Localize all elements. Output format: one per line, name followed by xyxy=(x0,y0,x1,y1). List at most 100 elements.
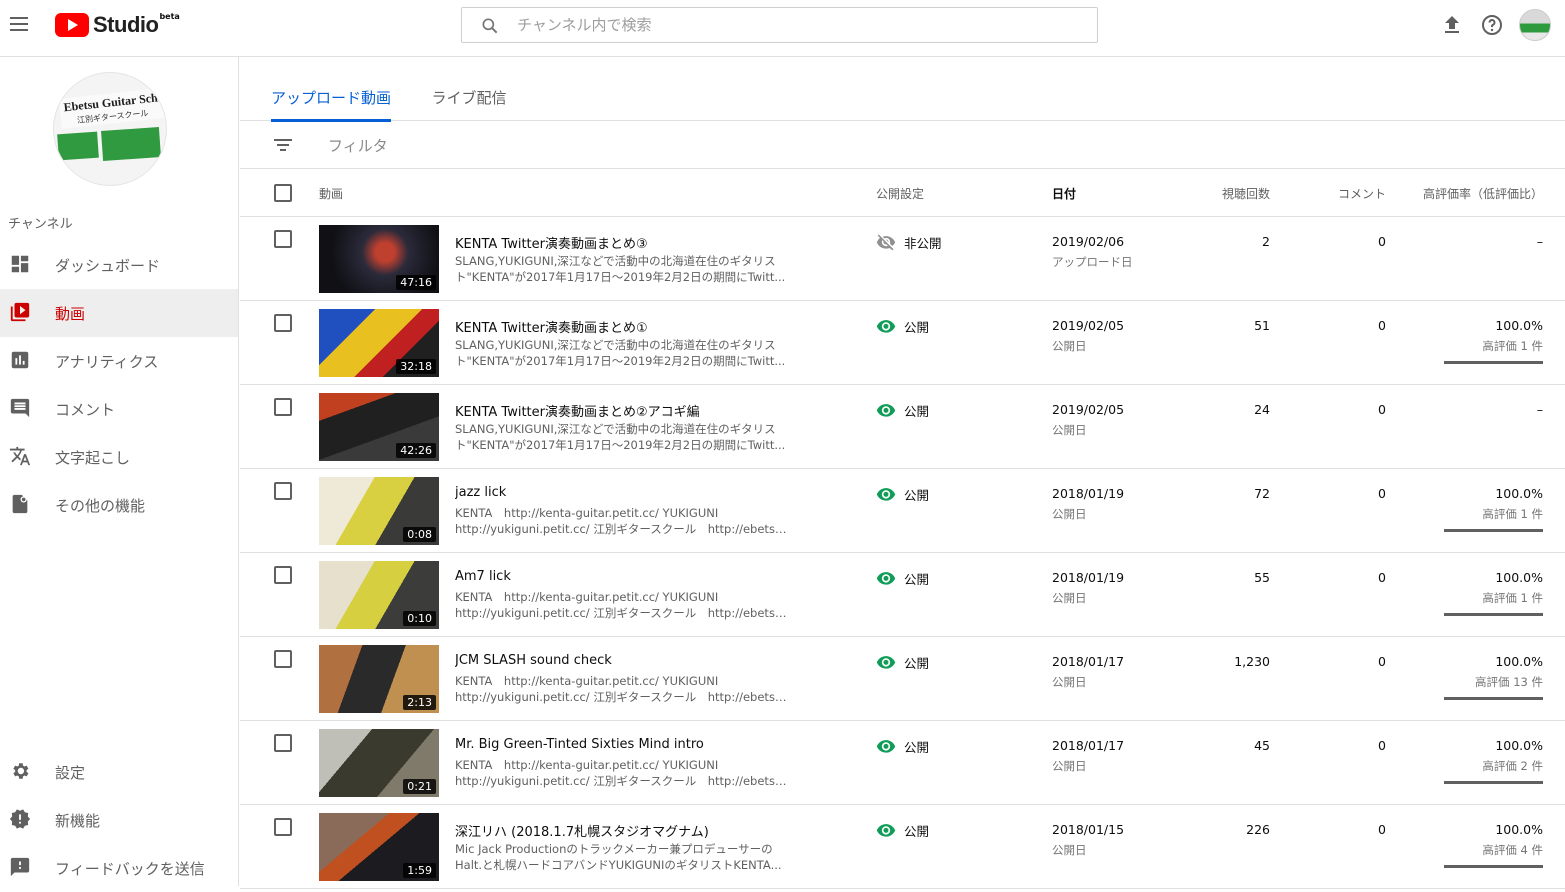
sidebar-item-dashboard[interactable]: ダッシュボード xyxy=(0,241,238,289)
visibility-setting[interactable]: 公開 xyxy=(876,736,929,756)
visibility-setting[interactable]: 非公開 xyxy=(876,232,942,252)
sidebar-item-other-features[interactable]: その他の機能 xyxy=(0,481,238,529)
like-count: 高評価 4 件 xyxy=(1482,843,1543,857)
channel-avatar[interactable]: Ebetsu Guitar School 江別ギタースクール xyxy=(54,73,166,185)
like-ratio-bar-fill xyxy=(1444,697,1543,700)
video-thumbnail[interactable]: 0:10 xyxy=(319,561,439,629)
table-row[interactable]: 0:21 Mr. Big Green-Tinted Sixties Mind in… xyxy=(240,721,1565,805)
table-row[interactable]: 2:13 JCM SLASH sound check KENTA http://ke… xyxy=(240,637,1565,721)
table-header: 動画 公開設定 日付 視聴回数 コメント 高評価率（低評価比） xyxy=(240,169,1565,217)
like-ratio-bar xyxy=(1444,613,1543,616)
menu-icon[interactable] xyxy=(10,17,28,31)
date-type-label: 公開日 xyxy=(1052,843,1087,857)
filter-input[interactable]: フィルタ xyxy=(328,135,388,156)
comment-count: 0 xyxy=(1378,234,1386,249)
visibility-label: 公開 xyxy=(904,823,930,839)
tab-uploads[interactable]: アップロード動画 xyxy=(271,57,391,122)
tab-live[interactable]: ライブ配信 xyxy=(431,57,507,121)
row-checkbox[interactable] xyxy=(274,818,292,836)
upload-icon[interactable] xyxy=(1440,13,1464,37)
eye-icon xyxy=(876,488,896,501)
sidebar-item-transcriptions[interactable]: 文字起こし xyxy=(0,433,238,481)
visibility-setting[interactable]: 公開 xyxy=(876,400,929,420)
sidebar-item-label: 新機能 xyxy=(55,811,101,830)
select-all-checkbox[interactable] xyxy=(274,184,292,202)
search-box xyxy=(461,7,1098,43)
sidebar-item-send-feedback[interactable]: フィードバックを送信 xyxy=(0,844,238,892)
filter-icon[interactable] xyxy=(274,137,292,153)
account-avatar[interactable] xyxy=(1519,9,1551,41)
row-checkbox[interactable] xyxy=(274,398,292,416)
video-thumbnail[interactable]: 0:21 xyxy=(319,729,439,797)
row-checkbox[interactable] xyxy=(274,482,292,500)
video-title[interactable]: KENTA Twitter演奏動画まとめ③ xyxy=(455,233,795,252)
sidebar-item-analytics[interactable]: アナリティクス xyxy=(0,337,238,385)
sidebar-item-settings[interactable]: 設定 xyxy=(0,748,238,796)
video-thumbnail[interactable]: 0:08 xyxy=(319,477,439,545)
visibility-label: 公開 xyxy=(904,487,930,503)
video-thumbnail[interactable]: 32:18 xyxy=(319,309,439,377)
help-icon[interactable] xyxy=(1480,13,1504,37)
video-description-line: Mic Jack Productionのトラックメーカー兼プロデューサーの xyxy=(455,842,773,856)
video-description-line: SLANG,YUKIGUNI,深江などで活動中の北海道在住のギタリス xyxy=(455,254,776,268)
table-row[interactable]: 47:16 KENTA Twitter演奏動画まとめ③ SLANG,YUKIGUNI… xyxy=(240,217,1565,301)
video-title[interactable]: Am7 lick xyxy=(455,569,795,584)
visibility-label: 公開 xyxy=(904,739,930,755)
video-duration: 0:08 xyxy=(403,527,436,542)
visibility-setting[interactable]: 公開 xyxy=(876,316,929,336)
visibility-setting[interactable]: 公開 xyxy=(876,484,929,504)
table-row[interactable]: 0:10 Am7 lick KENTA http://kenta-guitar.pe… xyxy=(240,553,1565,637)
view-count: 51 xyxy=(1254,318,1270,333)
eye-icon xyxy=(876,656,896,669)
table-row[interactable]: 42:26 KENTA Twitter演奏動画まとめ②アコギ編 SLANG,YUKI… xyxy=(240,385,1565,469)
comment-icon xyxy=(10,398,30,418)
row-checkbox[interactable] xyxy=(274,314,292,332)
video-thumbnail[interactable]: 47:16 xyxy=(319,225,439,293)
studio-logo[interactable]: Studio beta xyxy=(55,12,180,38)
like-ratio-bar xyxy=(1444,529,1543,532)
date-type-label: アップロード日 xyxy=(1052,255,1133,269)
eye-icon xyxy=(876,740,896,753)
eye-icon xyxy=(876,320,896,333)
video-description-line: SLANG,YUKIGUNI,深江などで活動中の北海道在住のギタリス xyxy=(455,338,776,352)
table-row[interactable]: 0:08 jazz lick KENTA http://kenta-guitar.p… xyxy=(240,469,1565,553)
like-ratio: – xyxy=(1536,402,1543,417)
sidebar-item-whats-new[interactable]: 新機能 xyxy=(0,796,238,844)
comment-count: 0 xyxy=(1378,822,1386,837)
column-rating[interactable]: 高評価率（低評価比） xyxy=(1423,185,1543,202)
gear-icon xyxy=(13,763,29,779)
video-title[interactable]: 深江リハ (2018.1.7札幌スタジオマグナム) xyxy=(455,821,795,840)
search-icon[interactable] xyxy=(480,16,500,36)
video-thumbnail[interactable]: 2:13 xyxy=(319,645,439,713)
like-count: 高評価 1 件 xyxy=(1482,507,1543,521)
video-title[interactable]: Mr. Big Green-Tinted Sixties Mind intro xyxy=(455,737,795,752)
video-duration: 42:26 xyxy=(396,443,436,458)
table-row[interactable]: 32:18 KENTA Twitter演奏動画まとめ① SLANG,YUKIGUNI… xyxy=(240,301,1565,385)
video-title[interactable]: KENTA Twitter演奏動画まとめ②アコギ編 xyxy=(455,401,795,420)
video-title[interactable]: JCM SLASH sound check xyxy=(455,653,795,668)
table-row[interactable]: 1:59 深江リハ (2018.1.7札幌スタジオマグナム) Mic Jack Pr… xyxy=(240,805,1565,889)
video-library-icon xyxy=(10,302,30,322)
video-description-line: ト"KENTA"が2017年1月17日〜2019年2月2日の期間にTwitt..… xyxy=(455,270,786,284)
sidebar-item-videos[interactable]: 動画 xyxy=(0,289,238,337)
column-views[interactable]: 視聴回数 xyxy=(1222,185,1270,202)
sidebar-item-label: 動画 xyxy=(55,304,86,323)
visibility-setting[interactable]: 公開 xyxy=(876,820,929,840)
video-thumbnail[interactable]: 42:26 xyxy=(319,393,439,461)
video-description-line: http://yukiguni.petit.cc/ 江別ギタースクール http… xyxy=(455,522,790,536)
visibility-setting[interactable]: 公開 xyxy=(876,652,929,672)
row-checkbox[interactable] xyxy=(274,734,292,752)
column-date[interactable]: 日付 xyxy=(1052,185,1076,202)
row-checkbox[interactable] xyxy=(274,566,292,584)
search-input[interactable] xyxy=(517,8,1077,42)
row-checkbox[interactable] xyxy=(274,230,292,248)
visibility-setting[interactable]: 公開 xyxy=(876,568,929,588)
video-thumbnail[interactable]: 1:59 xyxy=(319,813,439,881)
column-comments[interactable]: コメント xyxy=(1338,185,1386,202)
sidebar-item-comments[interactable]: コメント xyxy=(0,385,238,433)
like-count: 高評価 1 件 xyxy=(1482,339,1543,353)
filter-bar: フィルタ xyxy=(240,121,1565,169)
video-title[interactable]: jazz lick xyxy=(455,485,795,500)
row-checkbox[interactable] xyxy=(274,650,292,668)
video-title[interactable]: KENTA Twitter演奏動画まとめ① xyxy=(455,317,795,336)
